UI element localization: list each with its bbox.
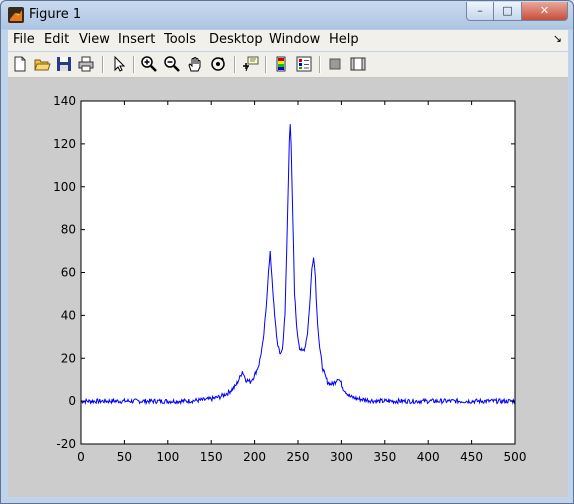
data-cursor-icon[interactable] bbox=[241, 55, 259, 73]
y-tick-label: 120 bbox=[53, 137, 76, 151]
y-tick-label: 140 bbox=[53, 94, 76, 108]
y-tick-label: 60 bbox=[61, 266, 76, 280]
figure-window: Figure 1 – □ ✕ File Edit View Insert Too… bbox=[0, 0, 574, 504]
x-tick-label: 350 bbox=[373, 450, 396, 464]
window-title: Figure 1 bbox=[29, 7, 82, 22]
figure-toolbar bbox=[8, 52, 568, 78]
close-button[interactable]: ✕ bbox=[521, 2, 568, 21]
x-tick-label: 400 bbox=[417, 450, 440, 464]
x-tick-label: 50 bbox=[117, 450, 132, 464]
show-plot-tools-icon[interactable] bbox=[349, 55, 367, 73]
maximize-button[interactable]: □ bbox=[493, 2, 522, 21]
menu-insert[interactable]: Insert bbox=[118, 32, 155, 47]
x-tick-label: 100 bbox=[156, 450, 179, 464]
y-tick-label: 0 bbox=[68, 394, 76, 408]
x-tick-label: 0 bbox=[77, 450, 85, 464]
x-tick-label: 250 bbox=[287, 450, 310, 464]
pan-hand-icon[interactable] bbox=[186, 55, 204, 73]
y-tick-label: 20 bbox=[61, 351, 76, 365]
zoom-out-icon[interactable] bbox=[163, 55, 181, 73]
rotate-3d-icon[interactable] bbox=[209, 55, 227, 73]
print-icon[interactable] bbox=[77, 55, 95, 73]
plot-area bbox=[81, 101, 515, 444]
save-icon[interactable] bbox=[55, 55, 73, 73]
y-tick-label: 80 bbox=[61, 223, 76, 237]
menu-bar: File Edit View Insert Tools Desktop Wind… bbox=[8, 30, 568, 51]
y-tick-label: -20 bbox=[56, 437, 76, 451]
x-tick-label: 300 bbox=[330, 450, 353, 464]
figure-canvas[interactable]: 0 50 100 150 200 250 300 350 400 450 500 -20 0 20 40 60… bbox=[8, 78, 568, 497]
menu-tools[interactable]: Tools bbox=[164, 32, 196, 47]
menu-view[interactable]: View bbox=[79, 32, 110, 47]
toolbar-separator bbox=[265, 56, 267, 73]
x-tick-label: 200 bbox=[243, 450, 266, 464]
new-figure-icon[interactable] bbox=[11, 55, 29, 73]
menu-window[interactable]: Window bbox=[269, 32, 320, 47]
toolbar-separator bbox=[234, 56, 236, 73]
toolbar-separator bbox=[319, 56, 321, 73]
open-file-icon[interactable] bbox=[33, 55, 51, 73]
insert-colorbar-icon[interactable] bbox=[272, 55, 290, 73]
insert-legend-icon[interactable] bbox=[295, 55, 313, 73]
x-tick-label: 500 bbox=[504, 450, 527, 464]
x-tick-label: 150 bbox=[200, 450, 223, 464]
toolbar-separator bbox=[133, 56, 135, 73]
matlab-logo-icon bbox=[8, 7, 24, 23]
title-bar[interactable]: Figure 1 – □ ✕ bbox=[1, 1, 573, 29]
menu-desktop[interactable]: Desktop bbox=[209, 32, 263, 47]
zoom-in-icon[interactable] bbox=[140, 55, 158, 73]
menu-help[interactable]: Help bbox=[329, 32, 359, 47]
y-tick-label: 40 bbox=[61, 308, 76, 322]
x-tick-label: 450 bbox=[460, 450, 483, 464]
hide-plot-tools-icon[interactable] bbox=[326, 55, 344, 73]
toolbar-separator bbox=[102, 56, 104, 73]
y-tick-label: 100 bbox=[53, 180, 76, 194]
menu-edit[interactable]: Edit bbox=[44, 32, 69, 47]
dock-arrow-icon[interactable]: ↘ bbox=[553, 32, 562, 45]
line-plot[interactable]: 0 50 100 150 200 250 300 350 400 450 500-200204060… bbox=[8, 78, 568, 497]
minimize-button[interactable]: – bbox=[466, 2, 494, 21]
pointer-icon[interactable] bbox=[110, 55, 128, 73]
menu-file[interactable]: File bbox=[13, 32, 35, 47]
